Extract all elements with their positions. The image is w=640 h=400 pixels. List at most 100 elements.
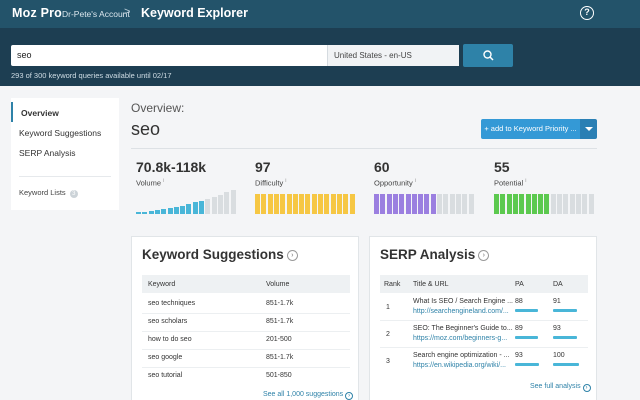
pa-score-bar <box>515 336 539 339</box>
metric-volume: 70.8k-118k Volume i <box>136 159 246 188</box>
meter-segment <box>405 194 411 214</box>
keyword-lists-count-badge: 3 <box>69 190 78 198</box>
da-score-bar <box>553 336 578 339</box>
serp-result-title: What Is SEO / Search Engine ... <box>413 298 513 305</box>
meter-segment <box>563 194 569 214</box>
info-icon[interactable]: i <box>415 178 416 184</box>
sidebar-item-overview[interactable]: Overview <box>11 102 119 122</box>
metric-volume-label: Volume <box>136 178 162 188</box>
meter-segment <box>343 194 349 214</box>
breadcrumb-separator: > <box>124 6 131 18</box>
meter-segment <box>512 194 518 214</box>
da-score-bar <box>553 309 577 312</box>
sidebar-item-keyword-suggestions[interactable]: Keyword Suggestions <box>11 122 119 142</box>
serp-result-url[interactable]: http://searchengineland.com/... <box>413 308 509 315</box>
metric-difficulty: 97 Difficulty i <box>255 159 365 188</box>
column-header-volume[interactable]: Volume <box>266 281 289 288</box>
meter-segment <box>311 194 317 214</box>
metric-volume-value: 70.8k-118k <box>136 159 207 175</box>
meter-segment <box>330 194 336 214</box>
sidebar-divider <box>19 176 111 177</box>
meter-segment <box>550 194 556 214</box>
meter-segment <box>399 194 405 214</box>
serp-result-title: Search engine optimization - ... <box>413 352 510 359</box>
info-icon[interactable]: i <box>285 178 286 184</box>
meter-segment <box>575 194 581 214</box>
meter-segment <box>142 212 148 214</box>
serp-da-value: 100 <box>553 352 565 359</box>
chevron-right-icon: › <box>582 384 591 392</box>
sidebar-item-serp-analysis[interactable]: SERP Analysis <box>11 142 119 162</box>
meter-segment <box>582 194 588 214</box>
meter-segment <box>211 197 217 214</box>
see-full-analysis-link[interactable]: See full analysis › <box>530 383 591 392</box>
meter-segment <box>205 199 211 214</box>
meter-segment <box>230 190 236 214</box>
see-all-suggestions-label: See all 1,000 suggestions <box>263 391 344 398</box>
overview-divider <box>131 148 597 149</box>
serp-result-url[interactable]: https://en.wikipedia.org/wiki/... <box>413 362 506 369</box>
search-button[interactable] <box>463 44 513 67</box>
meter-segment <box>255 194 260 214</box>
meter-segment <box>167 208 173 214</box>
meter-segment <box>544 194 550 214</box>
see-all-suggestions-link[interactable]: See all 1,000 suggestions › <box>263 391 354 400</box>
keyword-suggestions-title: Keyword Suggestions › <box>142 247 298 262</box>
help-icon[interactable]: ? <box>580 6 594 20</box>
search-band: seo United States - en-US 293 of 300 key… <box>0 28 640 86</box>
serp-rank: 3 <box>386 358 390 365</box>
meter-segment <box>136 212 141 214</box>
meter-segment <box>386 194 392 214</box>
meter-segment <box>392 194 398 214</box>
metric-opportunity-label: Opportunity <box>374 178 413 188</box>
suggestion-volume: 201-500 <box>266 336 292 343</box>
meter-segment <box>273 194 279 214</box>
meter-segment <box>557 194 562 214</box>
meter-segment <box>449 194 455 214</box>
keyword-suggestions-heading: Keyword Suggestions <box>142 247 284 262</box>
serp-pa-value: 88 <box>515 298 523 305</box>
info-icon[interactable]: › <box>478 250 490 261</box>
column-header-da[interactable]: DA <box>553 281 563 288</box>
row-divider <box>142 367 350 368</box>
add-list-dropdown-toggle[interactable] <box>580 119 597 139</box>
meter-segment <box>217 195 223 214</box>
info-icon[interactable]: i <box>525 178 526 184</box>
meter-segment <box>154 210 160 214</box>
column-header-keyword[interactable]: Keyword <box>148 281 175 288</box>
metric-difficulty-value: 97 <box>255 159 271 175</box>
meter-segment <box>199 201 204 214</box>
meter-segment <box>299 194 305 214</box>
meter-segment <box>443 194 449 214</box>
sidebar-nav: Overview Keyword Suggestions SERP Analys… <box>11 98 119 210</box>
meter-segment <box>286 194 292 214</box>
locale-select[interactable]: United States - en-US <box>327 45 459 66</box>
row-divider <box>142 313 350 314</box>
serp-rank: 1 <box>386 304 390 311</box>
meter-segment <box>411 194 417 214</box>
keyword-search-input[interactable]: seo <box>11 45 327 66</box>
meter-segment <box>324 194 330 214</box>
suggestion-keyword: seo techniques <box>148 300 196 307</box>
brand-logo[interactable]: Moz Pro <box>12 6 62 20</box>
metric-potential-label: Potential <box>494 178 524 188</box>
add-to-keyword-list-button[interactable]: + add to Keyword Priority ... <box>481 119 580 139</box>
account-link[interactable]: Dr-Pete's Account <box>62 9 130 19</box>
search-icon <box>482 50 494 61</box>
suggestion-volume: 851-1.7k <box>266 318 294 325</box>
serp-da-value: 91 <box>553 298 561 305</box>
serp-analysis-heading: SERP Analysis <box>380 247 476 262</box>
chevron-right-icon: › <box>345 392 354 400</box>
sidebar-item-keyword-lists[interactable]: Keyword Lists 3 <box>11 182 119 202</box>
column-header-title-url[interactable]: Title & URL <box>413 281 449 288</box>
metric-difficulty-label: Difficulty <box>255 178 284 188</box>
column-header-rank[interactable]: Rank <box>384 281 400 288</box>
metric-opportunity: 60 Opportunity i <box>374 159 484 188</box>
serp-result-url[interactable]: https://moz.com/beginners-g... <box>413 335 507 342</box>
info-icon[interactable]: › <box>286 250 298 261</box>
pa-score-bar <box>515 363 540 366</box>
meter-segment <box>569 194 575 214</box>
suggestion-volume: 851-1.7k <box>266 300 294 307</box>
column-header-pa[interactable]: PA <box>515 281 524 288</box>
info-icon[interactable]: i <box>163 178 164 184</box>
